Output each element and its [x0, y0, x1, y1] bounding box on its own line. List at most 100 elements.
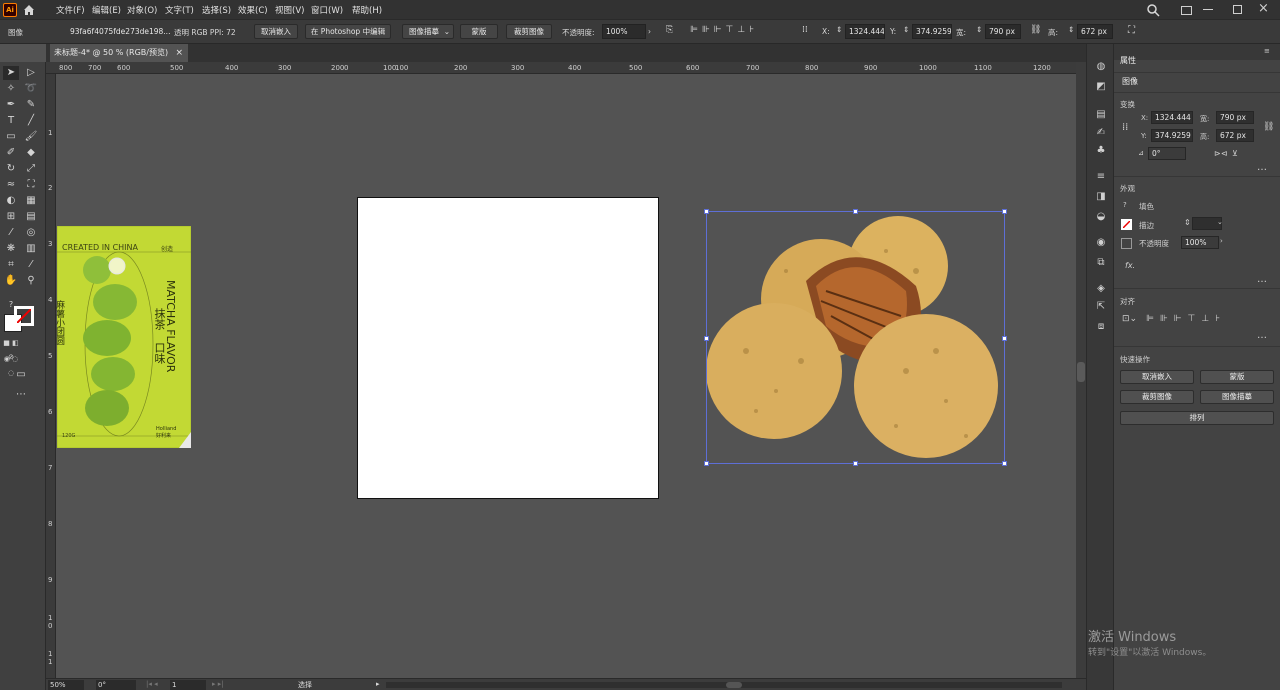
artboard-nav-next-icon[interactable]: ▸ ▸| [212, 680, 224, 688]
pen-tool-icon[interactable]: ✒ [3, 98, 19, 112]
mesh-tool-icon[interactable]: ⊞ [3, 210, 19, 224]
vertical-ruler[interactable]: 1 2 3 4 5 6 7 8 9 1 0 1 1 [46, 74, 56, 678]
chevron-right-icon[interactable]: › [648, 27, 651, 36]
perspective-grid-icon[interactable]: ▦ [23, 194, 39, 208]
column-graph-icon[interactable]: ▥ [23, 242, 39, 256]
drawing-mode-icon[interactable]: ◉ ◌ ◌ [3, 352, 19, 377]
arrange-documents-icon[interactable] [1181, 6, 1192, 15]
selection-bounding-box[interactable] [704, 209, 1007, 466]
y-field[interactable]: 374.9259 [1151, 129, 1193, 142]
stepper-icon[interactable]: ⇕ [976, 25, 982, 34]
y-field[interactable]: 374.9259 [912, 24, 952, 39]
transparency-icon[interactable]: ◒ [1093, 210, 1109, 224]
artboard[interactable] [357, 197, 659, 499]
export-icon[interactable]: ⇱ [1093, 300, 1109, 314]
reference-point-icon[interactable]: ⁞⁞ [1122, 122, 1128, 133]
stroke-swatch[interactable] [14, 306, 34, 326]
artboard-number-field[interactable]: 1 [170, 680, 206, 690]
angle-field[interactable]: 0° [1148, 147, 1186, 160]
height-field[interactable]: 672 px [1077, 24, 1113, 39]
artboard-tool-icon[interactable]: ⌗ [3, 258, 19, 272]
flip-horizontal-icon[interactable]: ⊳⊲ [1214, 149, 1227, 158]
slice-tool-icon[interactable]: ⁄ [23, 258, 39, 272]
more-options-icon[interactable]: … [1257, 330, 1268, 341]
reference-point-icon[interactable]: ⁞⁞ [802, 25, 808, 35]
shaper-tool-icon[interactable]: ✐ [3, 146, 19, 160]
gradient-tool-icon[interactable]: ▤ [23, 210, 39, 224]
unembed-button[interactable]: 取消嵌入 [1120, 370, 1194, 384]
scrollbar-thumb[interactable] [726, 682, 742, 688]
resize-handle-bottom[interactable] [853, 461, 858, 466]
properties-panel-icon[interactable]: ◍ [1093, 60, 1109, 74]
align-to-icon[interactable]: ⊡⌄ [1122, 314, 1137, 324]
image-trace-button[interactable]: 图像描摹 ⌄ [402, 24, 454, 39]
menu-file[interactable]: 文件(F) [56, 4, 85, 16]
close-tab-icon[interactable]: × [175, 44, 183, 62]
resize-handle-bottom-left[interactable] [704, 461, 709, 466]
transform-icon[interactable]: ⛶ [1128, 25, 1135, 36]
unembed-button[interactable]: 取消嵌入 [254, 24, 298, 39]
lasso-icon[interactable]: ➰ [23, 82, 39, 96]
resize-handle-top-right[interactable] [1002, 209, 1007, 214]
more-options-icon[interactable]: … [1257, 274, 1268, 285]
magic-wand-icon[interactable]: ✧ [3, 82, 19, 96]
menu-help[interactable]: 帮助(H) [352, 4, 382, 16]
crop-image-button[interactable]: 裁剪图像 [506, 24, 552, 39]
home-icon[interactable] [22, 3, 36, 17]
resize-handle-bottom-right[interactable] [1002, 461, 1007, 466]
resize-handle-top-left[interactable] [704, 209, 709, 214]
hand-tool-icon[interactable]: ✋ [3, 274, 19, 288]
vertical-scrollbar[interactable] [1076, 62, 1086, 678]
image-trace-button[interactable]: 图像描摹 [1200, 390, 1274, 404]
symbols-icon[interactable]: ♣ [1093, 144, 1109, 158]
layers-icon[interactable]: ◈ [1093, 282, 1109, 296]
link-proportions-icon[interactable]: ⛓ [1030, 25, 1041, 35]
width-field[interactable]: 790 px [1216, 111, 1254, 124]
menu-edit[interactable]: 编辑(E) [92, 4, 121, 16]
appearance-icon[interactable]: ◉ [1093, 236, 1109, 250]
fx-icon[interactable]: fx. [1125, 261, 1135, 270]
status-menu-icon[interactable]: ▸ [376, 680, 380, 688]
brushes-icon[interactable]: ✍ [1093, 126, 1109, 140]
stepper-icon[interactable]: ⇕ [1068, 25, 1074, 34]
gradient-panel-icon[interactable]: ◨ [1093, 190, 1109, 204]
menu-view[interactable]: 视图(V) [275, 4, 304, 16]
paintbrush-icon[interactable]: 🖌 [23, 130, 39, 144]
stroke-stepper-icon[interactable]: ⇕ [1184, 218, 1191, 227]
close-window-icon[interactable]: × [1258, 1, 1269, 16]
direct-selection-tool-icon[interactable]: ▷ [23, 66, 39, 80]
align-buttons-icons[interactable]: ⊫⊪⊩⊤⊥⊦ [1146, 314, 1226, 324]
stroke-swatch[interactable] [1121, 219, 1132, 230]
horizontal-ruler[interactable]: 800 700 600 500 400 300 200 100 0 100 20… [46, 62, 1076, 74]
align-icons[interactable]: ⊫⊪⊩⊤⊥⊦ [690, 25, 758, 35]
search-icon[interactable] [1146, 3, 1160, 17]
resize-handle-left[interactable] [704, 336, 709, 341]
app-logo[interactable]: Ai [3, 3, 17, 17]
selection-tool-icon[interactable]: ➤ [3, 66, 19, 80]
height-field[interactable]: 672 px [1216, 129, 1254, 142]
zoom-tool-icon[interactable]: ⚲ [23, 274, 39, 288]
free-transform-icon[interactable]: ⛶ [23, 178, 39, 192]
page-icon[interactable]: ⎘ [666, 25, 673, 35]
eraser-icon[interactable]: ◆ [23, 146, 39, 160]
artboards-panel-icon[interactable]: ⧈ [1093, 320, 1109, 334]
width-tool-icon[interactable]: ≈ [3, 178, 19, 192]
width-field[interactable]: 790 px [985, 24, 1021, 39]
stroke-panel-icon[interactable]: ≡ [1093, 170, 1109, 184]
stepper-icon[interactable]: ⇕ [903, 25, 909, 34]
rotate-tool-icon[interactable]: ↻ [3, 162, 19, 176]
more-options-icon[interactable]: … [1257, 162, 1268, 173]
link-proportions-icon[interactable]: ⛓ [1263, 122, 1274, 132]
crop-image-button[interactable]: 裁剪图像 [1120, 390, 1194, 404]
mask-button[interactable]: 蒙版 [460, 24, 498, 39]
document-tab[interactable]: 未标题-4* @ 50 % (RGB/预览) × [50, 44, 188, 62]
eyedropper-icon[interactable]: ⁄ [3, 226, 19, 240]
menu-type[interactable]: 文字(T) [165, 4, 194, 16]
curvature-tool-icon[interactable]: ✎ [23, 98, 39, 112]
line-tool-icon[interactable]: ╱ [23, 114, 39, 128]
horizontal-scrollbar[interactable] [386, 682, 1062, 688]
menu-window[interactable]: 窗口(W) [311, 4, 343, 16]
screen-mode-icon[interactable]: ▭ [13, 368, 29, 382]
restore-icon[interactable] [1233, 5, 1242, 14]
matcha-package-image[interactable]: CREATED IN CHINA 创造 MATCHA FLAVOR 抹茶 口味 … [54, 225, 192, 449]
